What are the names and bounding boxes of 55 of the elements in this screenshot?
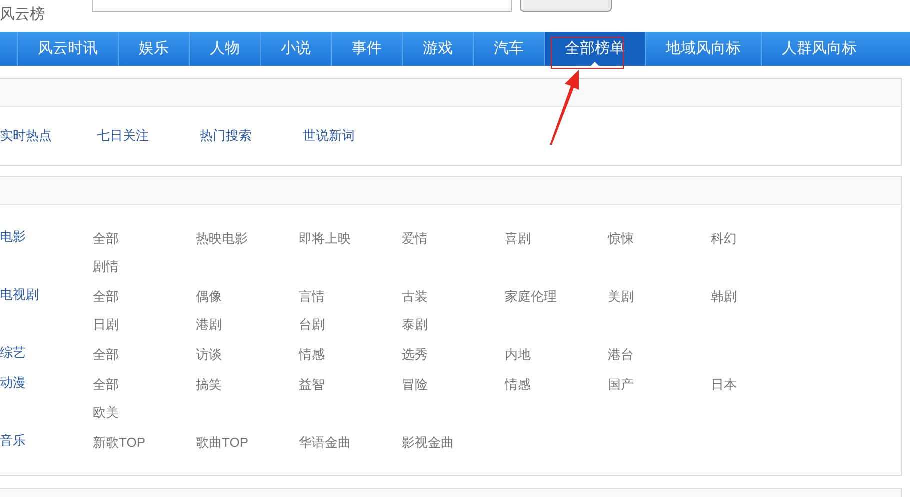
nav-tab[interactable]: 游戏 — [402, 32, 473, 66]
genre-link[interactable]: 访谈 — [196, 341, 299, 369]
category-link[interactable]: 动漫 — [0, 369, 93, 397]
ranking-link[interactable]: 实时热点 — [0, 126, 97, 146]
genre-link[interactable]: 新歌TOP — [93, 429, 196, 457]
genre-link[interactable]: 全部 — [93, 341, 196, 369]
category-link[interactable]: 音乐 — [0, 427, 93, 455]
genre-link[interactable]: 影视金曲 — [402, 429, 505, 457]
genre-link[interactable]: 剧情 — [93, 253, 196, 281]
category-link[interactable]: 电影 — [0, 223, 93, 251]
ranking-link[interactable]: 七日关注 — [97, 126, 200, 146]
category-link[interactable]: 电视剧 — [0, 281, 93, 309]
genre-link[interactable]: 偶像 — [196, 283, 299, 311]
nav-tab[interactable]: 小说 — [260, 32, 331, 66]
genre-link[interactable]: 热映电影 — [196, 225, 299, 253]
genre-link[interactable]: 港台 — [608, 341, 711, 369]
genre-link[interactable]: 日剧 — [93, 311, 196, 339]
genre-link[interactable]: 欧美 — [93, 399, 196, 427]
genre-link[interactable]: 科幻 — [711, 225, 814, 253]
genre-link[interactable]: 台剧 — [299, 311, 402, 339]
genre-link[interactable]: 搞笑 — [196, 371, 299, 399]
genre-link[interactable]: 情感 — [299, 341, 402, 369]
nav-tab[interactable]: 地域风向标 — [645, 32, 761, 66]
genre-link[interactable]: 全部 — [93, 283, 196, 311]
genre-link[interactable]: 内地 — [505, 341, 608, 369]
nav-tab[interactable]: 风云时讯 — [17, 32, 118, 66]
genre-link[interactable]: 全部 — [93, 371, 196, 399]
genre-link[interactable]: 全部 — [93, 225, 196, 253]
genre-link[interactable]: 冒险 — [402, 371, 505, 399]
nav-tab[interactable]: 人物 — [189, 32, 260, 66]
nav-tab[interactable]: 人群风向标 — [761, 32, 877, 66]
genre-link[interactable]: 喜剧 — [505, 225, 608, 253]
genre-link[interactable]: 华语金曲 — [299, 429, 402, 457]
genre-link[interactable]: 即将上映 — [299, 225, 402, 253]
genre-link[interactable]: 日本 — [711, 371, 814, 399]
logo-text: 风云榜 — [0, 5, 46, 25]
genre-link[interactable]: 港剧 — [196, 311, 299, 339]
genre-link[interactable]: 益智 — [299, 371, 402, 399]
genre-link[interactable]: 美剧 — [608, 283, 711, 311]
genre-link[interactable]: 泰剧 — [402, 311, 505, 339]
genre-link[interactable]: 情感 — [505, 371, 608, 399]
genre-link[interactable]: 歌曲TOP — [196, 429, 299, 457]
genre-link[interactable]: 家庭伦理 — [505, 283, 608, 311]
ranking-link[interactable]: 热门搜索 — [200, 126, 303, 146]
genre-link[interactable]: 惊悚 — [608, 225, 711, 253]
genre-link[interactable]: 言情 — [299, 283, 402, 311]
nav-tab[interactable]: 事件 — [331, 32, 402, 66]
genre-link[interactable]: 国产 — [608, 371, 711, 399]
category-link[interactable]: 综艺 — [0, 339, 93, 367]
genre-link[interactable]: 爱情 — [402, 225, 505, 253]
genre-link[interactable]: 韩剧 — [711, 283, 814, 311]
genre-link[interactable]: 古装 — [402, 283, 505, 311]
genre-link[interactable]: 选秀 — [402, 341, 505, 369]
ranking-link[interactable]: 世说新词 — [303, 126, 406, 146]
nav-tab[interactable]: 娱乐 — [118, 32, 189, 66]
